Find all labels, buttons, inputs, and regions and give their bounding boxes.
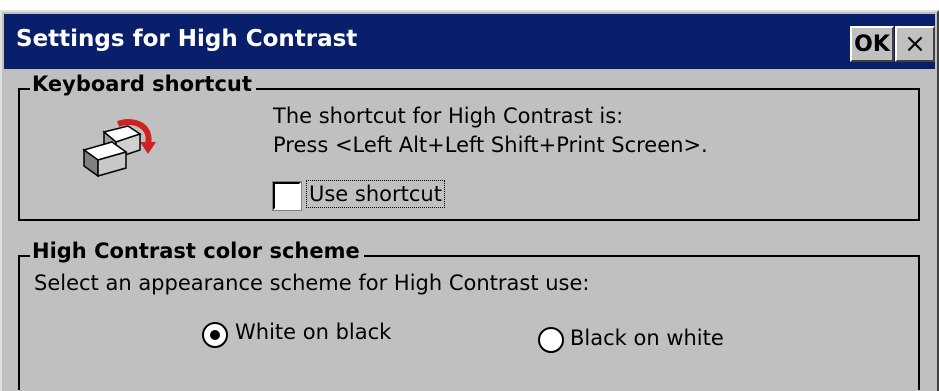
use-shortcut-label[interactable]: Use shortcut — [306, 180, 445, 208]
close-button[interactable]: × — [895, 26, 935, 62]
background-window-strip — [0, 0, 939, 10]
scheme-instruction: Select an appearance scheme for High Con… — [34, 271, 590, 295]
radio-selected-dot — [210, 330, 220, 340]
title-bar: Settings for High Contrast OK × — [4, 14, 935, 69]
black-on-white-label[interactable]: Black on white — [570, 326, 724, 350]
shortcut-description-line1: The shortcut for High Contrast is: — [273, 104, 624, 128]
keyboard-keys-icon — [82, 119, 156, 178]
white-on-black-label[interactable]: White on black — [235, 320, 391, 344]
shortcut-description-line2: Press <Left Alt+Left Shift+Print Screen>… — [273, 133, 708, 157]
dialog-title: Settings for High Contrast — [16, 26, 358, 52]
use-shortcut-checkbox[interactable] — [272, 181, 302, 211]
black-on-white-radio[interactable] — [538, 327, 564, 353]
color-scheme-group-label: High Contrast color scheme — [30, 239, 364, 263]
white-on-black-radio[interactable] — [202, 322, 228, 348]
keyboard-shortcut-group-label: Keyboard shortcut — [30, 72, 256, 96]
ok-button[interactable]: OK — [850, 26, 894, 62]
